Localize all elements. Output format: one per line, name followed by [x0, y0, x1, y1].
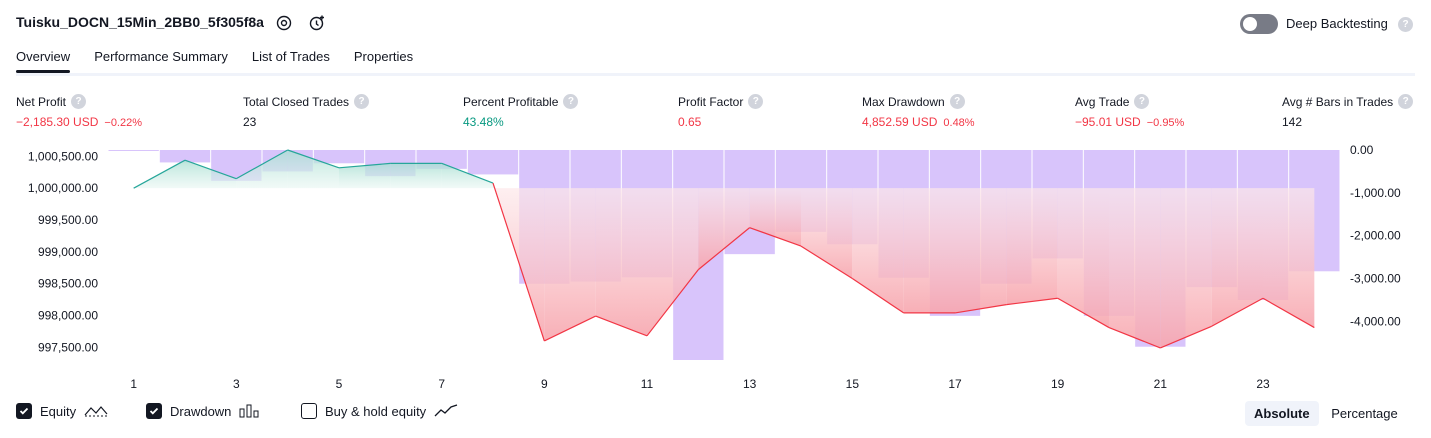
- stat-profit-factor: Profit Factor? 0.65: [678, 94, 764, 129]
- tab-properties[interactable]: Properties: [354, 49, 413, 72]
- settings-icon[interactable]: [274, 13, 294, 33]
- equity-area: [1160, 188, 1212, 348]
- x-axis-tick-label: 3: [233, 377, 240, 391]
- x-axis-tick-label: 13: [743, 377, 757, 391]
- tab-list-of-trades[interactable]: List of Trades: [252, 49, 330, 72]
- stat-avg-bars: Avg # Bars in Trades? 142: [1282, 94, 1414, 129]
- info-icon[interactable]: ?: [71, 94, 87, 109]
- legend-buy-hold[interactable]: Buy & hold equity: [301, 403, 458, 419]
- legend-drawdown[interactable]: Drawdown: [146, 403, 261, 419]
- stat-label: Total Closed Trades: [243, 94, 350, 109]
- right-axis-tick-label: -1,000.00: [1350, 186, 1401, 200]
- percentage-button[interactable]: Percentage: [1322, 401, 1407, 426]
- equity-area: [903, 188, 955, 313]
- x-axis-tick-label: 9: [541, 377, 548, 391]
- drawdown-bar: [108, 150, 159, 151]
- equity-area: [390, 163, 442, 189]
- x-axis-tick-label: 21: [1154, 377, 1168, 391]
- info-icon[interactable]: ?: [1398, 94, 1414, 109]
- x-axis-tick-label: 1: [130, 377, 137, 391]
- info-icon[interactable]: ?: [949, 94, 965, 109]
- stat-percent-profitable: Percent Profitable? 43.48%: [463, 94, 579, 129]
- buy-hold-line-icon: [434, 404, 458, 417]
- stat-max-drawdown: Max Drawdown? 4,852.59 USD 0.48%: [862, 94, 975, 129]
- help-icon[interactable]: ?: [1398, 17, 1413, 32]
- deep-backtesting-label: Deep Backtesting: [1286, 16, 1388, 31]
- stat-value: 142: [1282, 115, 1303, 129]
- strategy-title: Tuisku_DOCN_15Min_2BB0_5f305f8a: [16, 14, 264, 30]
- tab-divider: [16, 73, 1415, 76]
- info-icon[interactable]: ?: [354, 94, 370, 109]
- stat-label: Net Profit: [16, 94, 67, 109]
- buy-hold-label: Buy & hold equity: [325, 403, 427, 419]
- stat-label: Max Drawdown: [862, 94, 945, 109]
- drawdown-label: Drawdown: [170, 403, 232, 419]
- left-axis-tick-label: 1,000,500.00: [28, 149, 98, 163]
- info-icon[interactable]: ?: [748, 94, 764, 109]
- drawdown-bar: [467, 150, 519, 175]
- buy-hold-checkbox[interactable]: [301, 403, 317, 419]
- stat-value: 43.48%: [463, 115, 504, 129]
- left-axis-tick-label: 997,500.00: [38, 340, 98, 354]
- left-axis-tick-label: 999,500.00: [38, 213, 98, 227]
- equity-area: [1006, 188, 1058, 305]
- tab-bar: Overview Performance Summary List of Tra…: [16, 49, 413, 73]
- stat-value: −95.01 USD: [1075, 115, 1141, 129]
- equity-area: [595, 188, 647, 336]
- x-axis-tick-label: 5: [336, 377, 343, 391]
- x-axis-tick-label: 17: [948, 377, 962, 391]
- info-icon[interactable]: ?: [1134, 94, 1150, 109]
- equity-chart[interactable]: 1,000,500.00 1,000,000.00 999,500.00 999,00…: [0, 140, 1431, 398]
- right-axis-tick-label: -2,000.00: [1350, 229, 1401, 243]
- add-alert-icon[interactable]: [307, 13, 327, 33]
- tab-overview[interactable]: Overview: [16, 49, 71, 73]
- left-axis-tick-label: 998,500.00: [38, 277, 98, 291]
- equity-area: [955, 188, 1007, 313]
- equity-area: [544, 188, 596, 341]
- left-axis-tick-label: 998,000.00: [38, 308, 98, 322]
- right-axis-tick-label: -4,000.00: [1350, 314, 1401, 328]
- equity-area: [1057, 188, 1109, 328]
- equity-checkbox[interactable]: [16, 403, 32, 419]
- stat-sub: 0.48%: [943, 117, 975, 129]
- tab-performance-summary[interactable]: Performance Summary: [94, 49, 228, 72]
- stat-value: 0.65: [678, 115, 702, 129]
- stat-avg-trade: Avg Trade? −95.01 USD −0.95%: [1075, 94, 1184, 129]
- equity-area: [1263, 188, 1315, 328]
- equity-area: [852, 188, 904, 313]
- x-axis-tick-label: 23: [1256, 377, 1270, 391]
- drawdown-bars-icon: [239, 404, 259, 418]
- stat-net-profit: Net Profit? −2,185.30 USD −0.22%: [16, 94, 142, 129]
- stat-value: 4,852.59 USD: [862, 115, 938, 129]
- x-axis-tick-label: 7: [438, 377, 445, 391]
- stat-total-closed-trades: Total Closed Trades? 23: [243, 94, 370, 129]
- stat-value: −2,185.30 USD: [16, 115, 99, 129]
- right-axis-tick-label: 0.00: [1350, 143, 1374, 157]
- deep-backtesting-toggle[interactable]: [1240, 14, 1278, 34]
- stat-label: Profit Factor: [678, 94, 744, 109]
- stat-sub: −0.95%: [1146, 117, 1185, 129]
- info-icon[interactable]: ?: [563, 94, 579, 109]
- left-axis-tick-label: 1,000,000.00: [28, 181, 98, 195]
- x-axis-tick-label: 15: [846, 377, 860, 391]
- stat-value: 23: [243, 115, 257, 129]
- legend-equity[interactable]: Equity: [16, 403, 108, 419]
- x-axis-tick-label: 11: [641, 377, 654, 391]
- drawdown-checkbox[interactable]: [146, 403, 162, 419]
- equity-label: Equity: [40, 403, 77, 419]
- left-axis-tick-label: 999,000.00: [38, 245, 98, 259]
- equity-area: [1211, 188, 1263, 327]
- equity-line-icon: [84, 406, 108, 417]
- mode-switch: Absolute Percentage: [1245, 401, 1407, 426]
- equity-area: [698, 188, 750, 270]
- stat-label: Avg Trade: [1075, 94, 1130, 109]
- equity-area: [801, 188, 853, 279]
- stat-label: Percent Profitable: [463, 94, 559, 109]
- absolute-button[interactable]: Absolute: [1245, 401, 1319, 426]
- x-axis-tick-label: 19: [1051, 377, 1065, 391]
- stat-label: Avg # Bars in Trades: [1282, 94, 1394, 109]
- right-axis-tick-label: -3,000.00: [1350, 272, 1401, 286]
- stat-sub: −0.22%: [104, 117, 143, 129]
- equity-area: [1109, 188, 1161, 348]
